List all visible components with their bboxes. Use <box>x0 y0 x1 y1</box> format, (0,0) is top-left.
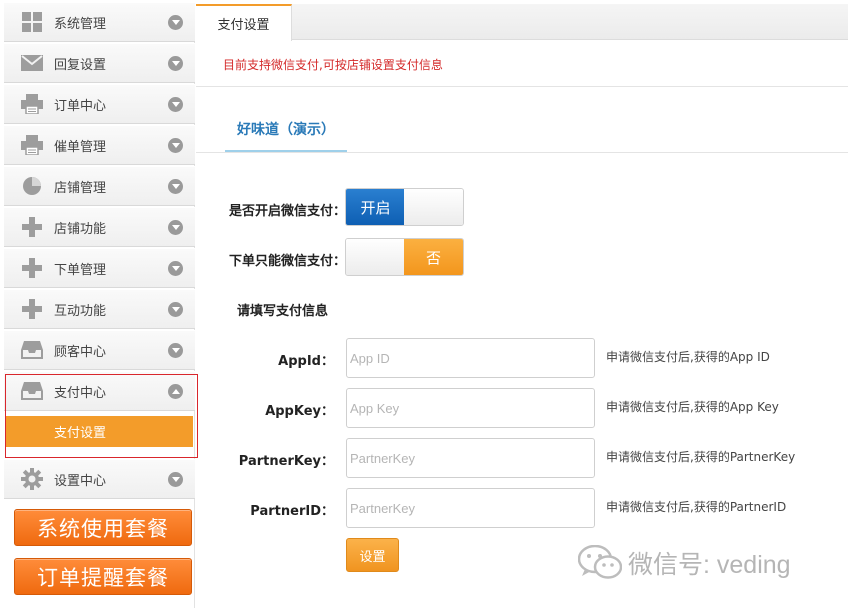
sidebar-item-label: 下单管理 <box>54 262 107 278</box>
sidebar-item-label: 设置中心 <box>54 473 107 489</box>
partnerid-hint: 申请微信支付后,获得的PartnerID <box>606 500 787 514</box>
chevron-up-icon[interactable] <box>168 384 183 399</box>
main-panel: 支付设置 目前支持微信支付,可按店铺设置支付信息 好味道（演示） 是否开启微信支… <box>196 0 848 608</box>
partnerkey-label: PartnerKey： <box>238 454 334 469</box>
sidebar-item-settings[interactable]: 设置中心 <box>4 459 195 499</box>
submit-button[interactable]: 设置 <box>346 538 399 572</box>
tab-payment-settings[interactable]: 支付设置 <box>196 4 292 41</box>
appkey-label: AppKey： <box>265 404 334 419</box>
sidebar-item-orders[interactable]: 订单中心 <box>4 84 195 124</box>
sidebar-item-payment[interactable]: 支付中心 <box>4 371 195 411</box>
partnerkey-input[interactable] <box>346 438 595 478</box>
inbox-icon <box>21 380 43 402</box>
sidebar-item-store-functions[interactable]: 店铺功能 <box>4 207 195 247</box>
appid-hint: 申请微信支付后,获得的App ID <box>606 350 770 364</box>
sidebar-item-label: 店铺管理 <box>54 180 107 196</box>
sidebar-item-store[interactable]: 店铺管理 <box>4 166 195 206</box>
order-reminder-package-button[interactable]: 订单提醒套餐 <box>14 558 192 595</box>
grid-icon <box>21 11 43 33</box>
system-package-button[interactable]: 系统使用套餐 <box>14 509 192 546</box>
printer-icon <box>21 93 43 115</box>
wechat-pay-only-label: 下单只能微信支付： <box>228 254 346 269</box>
chevron-down-icon[interactable] <box>168 15 183 30</box>
sidebar-subitem-label: 支付设置 <box>54 426 107 441</box>
chevron-down-icon[interactable] <box>168 138 183 153</box>
sidebar-item-label: 催单管理 <box>54 139 107 155</box>
section-title: 请填写支付信息 <box>237 304 329 319</box>
chevron-down-icon[interactable] <box>168 97 183 112</box>
appkey-input[interactable] <box>346 388 595 428</box>
sidebar-item-ordering[interactable]: 下单管理 <box>4 248 195 288</box>
sidebar-item-label: 顾客中心 <box>54 344 107 360</box>
toggle-on-label: 开启 <box>346 189 405 225</box>
sidebar-item-reminder[interactable]: 催单管理 <box>4 125 195 165</box>
sidebar-item-label: 订单中心 <box>54 98 107 114</box>
chevron-down-icon[interactable] <box>168 220 183 235</box>
sidebar-item-label: 系统管理 <box>54 16 107 32</box>
chevron-down-icon[interactable] <box>168 343 183 358</box>
notice-text: 目前支持微信支付,可按店铺设置支付信息 <box>223 58 443 72</box>
chevron-down-icon[interactable] <box>168 302 183 317</box>
partnerid-input[interactable] <box>346 488 595 528</box>
sidebar-item-interaction[interactable]: 互动功能 <box>4 289 195 329</box>
sidebar: 系统管理 回复设置 订单中心 催单管理 店铺管理 店铺功能 下单管理 互动功能 … <box>4 2 195 608</box>
sidebar-item-label: 支付中心 <box>54 385 107 401</box>
pie-chart-icon <box>21 175 43 197</box>
sidebar-item-label: 互动功能 <box>54 303 107 319</box>
toggle-off-label: 否 <box>404 239 463 275</box>
partnerkey-hint: 申请微信支付后,获得的PartnerKey <box>606 450 796 464</box>
wechat-pay-enable-toggle[interactable]: 开启 <box>345 188 464 226</box>
appid-label: AppId： <box>278 354 334 369</box>
sidebar-item-label: 店铺功能 <box>54 221 107 237</box>
sidebar-subitem-payment-settings[interactable]: 支付设置 <box>6 416 193 447</box>
partnerid-label: PartnerID： <box>250 504 334 519</box>
printer-icon <box>21 134 43 156</box>
chevron-down-icon[interactable] <box>168 472 183 487</box>
sidebar-item-system[interactable]: 系统管理 <box>4 2 195 42</box>
envelope-icon <box>21 52 43 74</box>
appkey-hint: 申请微信支付后,获得的App Key <box>606 400 779 414</box>
plus-icon <box>21 298 43 320</box>
wechat-pay-only-toggle[interactable]: 否 <box>345 238 464 276</box>
plus-icon <box>21 257 43 279</box>
sidebar-item-customers[interactable]: 顾客中心 <box>4 330 195 370</box>
wechat-watermark: 微信号: veding <box>577 544 791 581</box>
store-tab[interactable]: 好味道（演示） <box>225 108 347 152</box>
sidebar-item-reply[interactable]: 回复设置 <box>4 43 195 83</box>
chevron-down-icon[interactable] <box>168 56 183 71</box>
watermark-text: 微信号: veding <box>628 551 791 579</box>
wechat-logo-icon <box>577 544 623 581</box>
wechat-pay-enable-label: 是否开启微信支付： <box>228 204 346 219</box>
plus-icon <box>21 216 43 238</box>
divider <box>196 152 848 153</box>
chevron-down-icon[interactable] <box>168 179 183 194</box>
sidebar-item-label: 回复设置 <box>54 57 107 73</box>
divider <box>196 86 848 87</box>
gear-icon <box>21 468 43 490</box>
tab-bar: 支付设置 <box>196 4 848 41</box>
inbox-icon <box>21 339 43 361</box>
chevron-down-icon[interactable] <box>168 261 183 276</box>
appid-input[interactable] <box>346 338 595 378</box>
